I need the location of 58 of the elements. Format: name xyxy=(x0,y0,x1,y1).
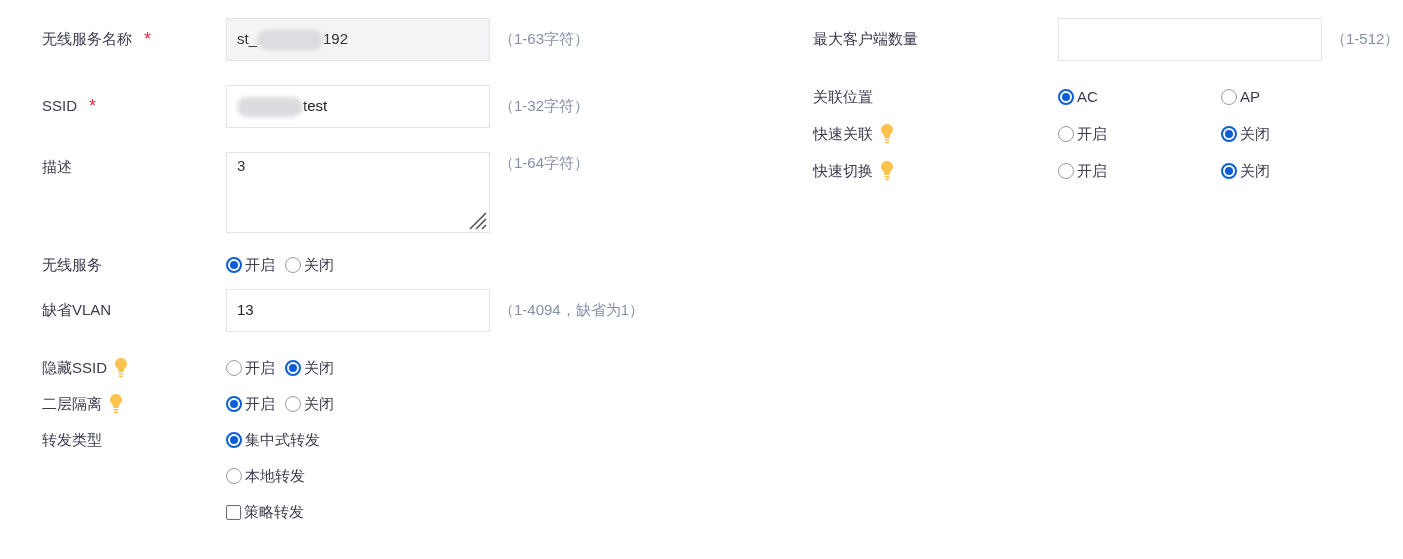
option-label: 开启 xyxy=(245,393,275,414)
option-label: 集中式转发 xyxy=(245,429,320,450)
lightbulb-icon xyxy=(110,394,122,414)
option-label: 关闭 xyxy=(1240,123,1270,144)
redaction-blur xyxy=(257,29,323,50)
radio-button[interactable] xyxy=(1058,89,1074,105)
field-label: 转发类型 xyxy=(42,429,102,450)
option-label: 开启 xyxy=(245,357,275,378)
description-textarea[interactable]: 3 xyxy=(226,152,490,233)
field-label: 缺省VLAN xyxy=(42,300,112,320)
field-value: test xyxy=(303,96,328,117)
option-label: 关闭 xyxy=(304,254,334,275)
radio-button[interactable] xyxy=(1221,163,1237,179)
option-label: 开启 xyxy=(245,254,275,275)
field-value: 13 xyxy=(237,300,254,321)
text-field[interactable] xyxy=(1058,18,1322,61)
range-hint: （1-63字符） xyxy=(499,29,590,50)
range-hint: （1-4094，缺省为1） xyxy=(499,300,645,321)
option-label: 关闭 xyxy=(304,393,334,414)
option-label: 关闭 xyxy=(304,357,334,378)
option-label: AP xyxy=(1240,86,1260,107)
option-label: 策略转发 xyxy=(244,501,304,522)
range-hint: （1-32字符） xyxy=(499,96,590,117)
field-label: 描述 xyxy=(42,157,72,177)
radio-button[interactable] xyxy=(1221,126,1237,142)
lightbulb-icon xyxy=(881,161,893,181)
field-label: 隐藏SSID xyxy=(42,357,107,378)
radio-button[interactable] xyxy=(226,432,242,448)
field-label: SSID xyxy=(42,96,77,116)
required-mark: * xyxy=(89,97,97,116)
option-label: 开启 xyxy=(1077,123,1107,144)
field-label: 快速关联 xyxy=(813,123,873,144)
lightbulb-icon xyxy=(881,124,893,144)
option-label: 开启 xyxy=(1077,160,1107,181)
field-label: 无线服务 xyxy=(42,254,102,275)
text-field[interactable]: 13 xyxy=(226,289,490,332)
option-label: 关闭 xyxy=(1240,160,1270,181)
range-hint: （1-64字符） xyxy=(499,153,590,173)
radio-button[interactable] xyxy=(285,360,301,376)
range-hint: （1-512） xyxy=(1331,29,1400,50)
field-value: 3 xyxy=(237,157,246,174)
field-value: 192 xyxy=(323,29,349,50)
field-label: 最大客户端数量 xyxy=(813,29,918,49)
required-mark: * xyxy=(144,30,151,49)
field-label: 无线服务名称 xyxy=(42,29,132,49)
field-label: 二层隔离 xyxy=(42,393,102,414)
redaction-blur xyxy=(237,96,303,117)
radio-button[interactable] xyxy=(226,257,242,273)
lightbulb-icon xyxy=(115,358,127,378)
radio-button[interactable] xyxy=(226,396,242,412)
resize-handle-icon xyxy=(467,210,487,230)
field-label: 快速切换 xyxy=(813,160,873,181)
field-value: st_ xyxy=(237,29,257,50)
option-label: 本地转发 xyxy=(245,465,305,486)
option-label: AC xyxy=(1077,86,1098,107)
checkbox[interactable] xyxy=(226,504,241,520)
text-field[interactable]: test xyxy=(226,85,490,128)
field-label: 关联位置 xyxy=(813,86,873,107)
